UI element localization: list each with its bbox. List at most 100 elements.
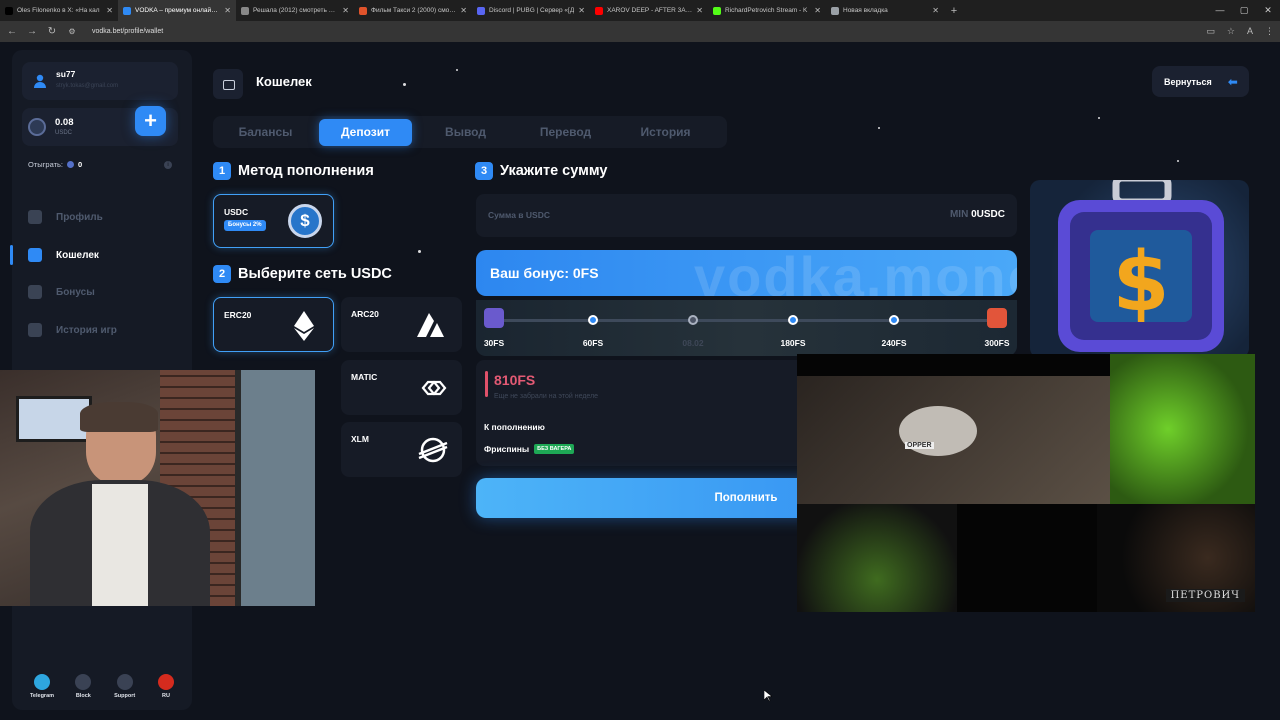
footer-link-2[interactable]: Support bbox=[107, 674, 143, 699]
bookmark-star-icon[interactable]: ☆ bbox=[1227, 26, 1235, 37]
wager-value: 0 bbox=[78, 160, 83, 169]
streamer-webcam bbox=[0, 370, 315, 606]
video-watermark: ПЕТРОВИЧ bbox=[1165, 589, 1245, 602]
network-option-xlm[interactable]: XLM bbox=[341, 422, 462, 477]
add-funds-button[interactable]: + bbox=[135, 106, 166, 136]
browser-tab[interactable]: Discord | PUBG | Сервер «[Д ✕ bbox=[472, 0, 590, 21]
freespins-card: 810FS Еще не забрали на этой неделе К по… bbox=[476, 360, 806, 466]
url-field[interactable]: vodka.bet/profile/wallet bbox=[92, 28, 163, 35]
translate-icon[interactable]: A bbox=[1247, 26, 1253, 37]
favicon-icon bbox=[713, 6, 721, 15]
coin-icon bbox=[67, 161, 74, 168]
usdc-coin-icon bbox=[28, 118, 46, 136]
browser-tab[interactable]: Решала (2012) смотреть онл ✕ bbox=[236, 0, 354, 21]
info-icon[interactable]: i bbox=[164, 161, 172, 169]
favicon-icon bbox=[123, 6, 131, 15]
network-label: MATIC bbox=[351, 372, 378, 382]
progress-step-label: 300FS bbox=[984, 338, 1010, 348]
section-title-text: Выберите сеть USDC bbox=[238, 266, 392, 282]
headset-icon bbox=[116, 674, 133, 690]
close-tab-icon[interactable]: ✕ bbox=[578, 6, 585, 15]
sidebar-item-0[interactable]: Профиль bbox=[12, 202, 192, 232]
close-tab-icon[interactable]: ✕ bbox=[224, 6, 231, 15]
method-option-usdc[interactable]: USDC Бонусы 2% $ bbox=[213, 194, 334, 248]
tab-3[interactable]: Перевод bbox=[519, 119, 612, 146]
gift-icon bbox=[28, 285, 42, 299]
streamer-hair bbox=[80, 402, 158, 432]
browser-tab[interactable]: VODKA – премиум онлайн-ка ✕ bbox=[118, 0, 236, 21]
balance-currency: USDC bbox=[55, 130, 73, 136]
freespins-subtitle: Еще не забрали на этой неделе bbox=[494, 393, 599, 400]
favicon-icon bbox=[5, 6, 13, 15]
close-tab-icon[interactable]: ✕ bbox=[814, 6, 821, 15]
minimize-icon[interactable]: — bbox=[1208, 0, 1232, 21]
close-tab-icon[interactable]: ✕ bbox=[696, 6, 703, 15]
progress-step-label: 60FS bbox=[582, 338, 604, 348]
avalanche-icon bbox=[417, 313, 444, 337]
close-tab-icon[interactable]: ✕ bbox=[932, 6, 939, 15]
streamer-tshirt bbox=[92, 484, 148, 606]
address-bar: ← → ↻ ⚙ vodka.bet/profile/wallet ▭ ☆ A ⋮ bbox=[0, 21, 1280, 42]
site-info-icon[interactable]: ⚙ bbox=[66, 27, 78, 36]
progress-node bbox=[688, 315, 698, 325]
network-label: ARC20 bbox=[351, 309, 379, 319]
close-tab-icon[interactable]: ✕ bbox=[106, 6, 113, 15]
stellar-icon bbox=[418, 437, 448, 463]
cast-icon[interactable]: ▭ bbox=[1206, 26, 1215, 37]
close-tab-icon[interactable]: ✕ bbox=[460, 6, 467, 15]
tab-1[interactable]: Депозит bbox=[319, 119, 412, 146]
footer-link-3[interactable]: RU bbox=[148, 674, 184, 699]
telegram-icon bbox=[34, 674, 50, 690]
close-icon[interactable]: ✕ bbox=[1256, 0, 1280, 21]
browser-tab[interactable]: Oles Filonenko в X: «На кал ✕ bbox=[0, 0, 118, 21]
browser-tab-title: Фильм Такси 2 (2000) смотре bbox=[371, 7, 457, 14]
balance-value: 0.08 bbox=[55, 117, 74, 128]
close-tab-icon[interactable]: ✕ bbox=[342, 6, 349, 15]
tab-2[interactable]: Вывод bbox=[419, 119, 512, 146]
reload-icon[interactable]: ↻ bbox=[46, 26, 58, 37]
sidebar-item-label: Кошелек bbox=[56, 249, 99, 261]
network-label: XLM bbox=[351, 434, 369, 444]
method-label: USDC bbox=[224, 207, 249, 217]
footer-link-1[interactable]: Block bbox=[65, 674, 101, 699]
back-button[interactable]: Вернуться ⬅ bbox=[1152, 66, 1249, 97]
svg-text:$: $ bbox=[1112, 235, 1169, 330]
network-option-matic[interactable]: MATIC bbox=[341, 360, 462, 415]
user-card[interactable]: su77 stryk.tokas@gmail.com bbox=[22, 62, 178, 100]
jar-label: OPPER bbox=[905, 442, 934, 449]
browser-tab-bar: Oles Filonenko в X: «На кал ✕ VODKA – прем… bbox=[0, 0, 1280, 21]
promo-suitcase-image: $ bbox=[1030, 180, 1249, 358]
step-number: 1 bbox=[213, 162, 231, 180]
new-tab-button[interactable]: + bbox=[944, 0, 964, 21]
freespins-label: Фриспины bbox=[484, 444, 530, 454]
browser-tab[interactable]: XAROV DEEP - AFTER 3AM (Оч ✕ bbox=[590, 0, 708, 21]
browser-tab[interactable]: Новая вкладка ✕ bbox=[826, 0, 944, 21]
progress-step-label: 08.02 bbox=[682, 338, 704, 348]
back-icon[interactable]: ← bbox=[6, 26, 18, 37]
browser-tab[interactable]: RichardPetrovich Stream - K ✕ bbox=[708, 0, 826, 21]
menu-icon[interactable]: ⋮ bbox=[1265, 26, 1274, 37]
browser-tab-title: VODKA – премиум онлайн-ка bbox=[135, 7, 221, 14]
footer-link-0[interactable]: Telegram bbox=[24, 674, 60, 699]
amount-input[interactable]: Сумма в USDC MIN 0USDC bbox=[476, 194, 1017, 237]
tab-strip: Oles Filonenko в X: «На кал ✕ VODKA – прем… bbox=[0, 0, 944, 21]
browser-tab[interactable]: Фильм Такси 2 (2000) смотре ✕ bbox=[354, 0, 472, 21]
sidebar-item-3[interactable]: История игр bbox=[12, 315, 192, 345]
wallet-icon bbox=[213, 69, 243, 99]
progress-node bbox=[588, 315, 598, 325]
sidebar-item-label: Бонусы bbox=[56, 286, 95, 298]
section-network-title: 2 Выберите сеть USDC bbox=[213, 265, 392, 283]
maximize-icon[interactable]: ▢ bbox=[1232, 0, 1256, 21]
wager-row: Отыграть: 0 bbox=[28, 160, 82, 169]
footer-link-label: Support bbox=[114, 693, 136, 699]
sidebar-item-2[interactable]: Бонусы bbox=[12, 277, 192, 307]
browser-tab-title: Discord | PUBG | Сервер «[Д bbox=[489, 7, 575, 14]
sidebar-item-1[interactable]: Кошелек bbox=[10, 240, 192, 270]
network-option-arc20[interactable]: ARC20 bbox=[341, 297, 462, 352]
sidebar-footer-links: Telegram Block Support RU bbox=[24, 674, 184, 699]
network-option-erc20[interactable]: ERC20 bbox=[213, 297, 334, 352]
forward-icon[interactable]: → bbox=[26, 26, 38, 37]
tab-4[interactable]: История bbox=[619, 119, 712, 146]
tab-0[interactable]: Балансы bbox=[219, 119, 312, 146]
min-label: MIN bbox=[949, 209, 969, 220]
